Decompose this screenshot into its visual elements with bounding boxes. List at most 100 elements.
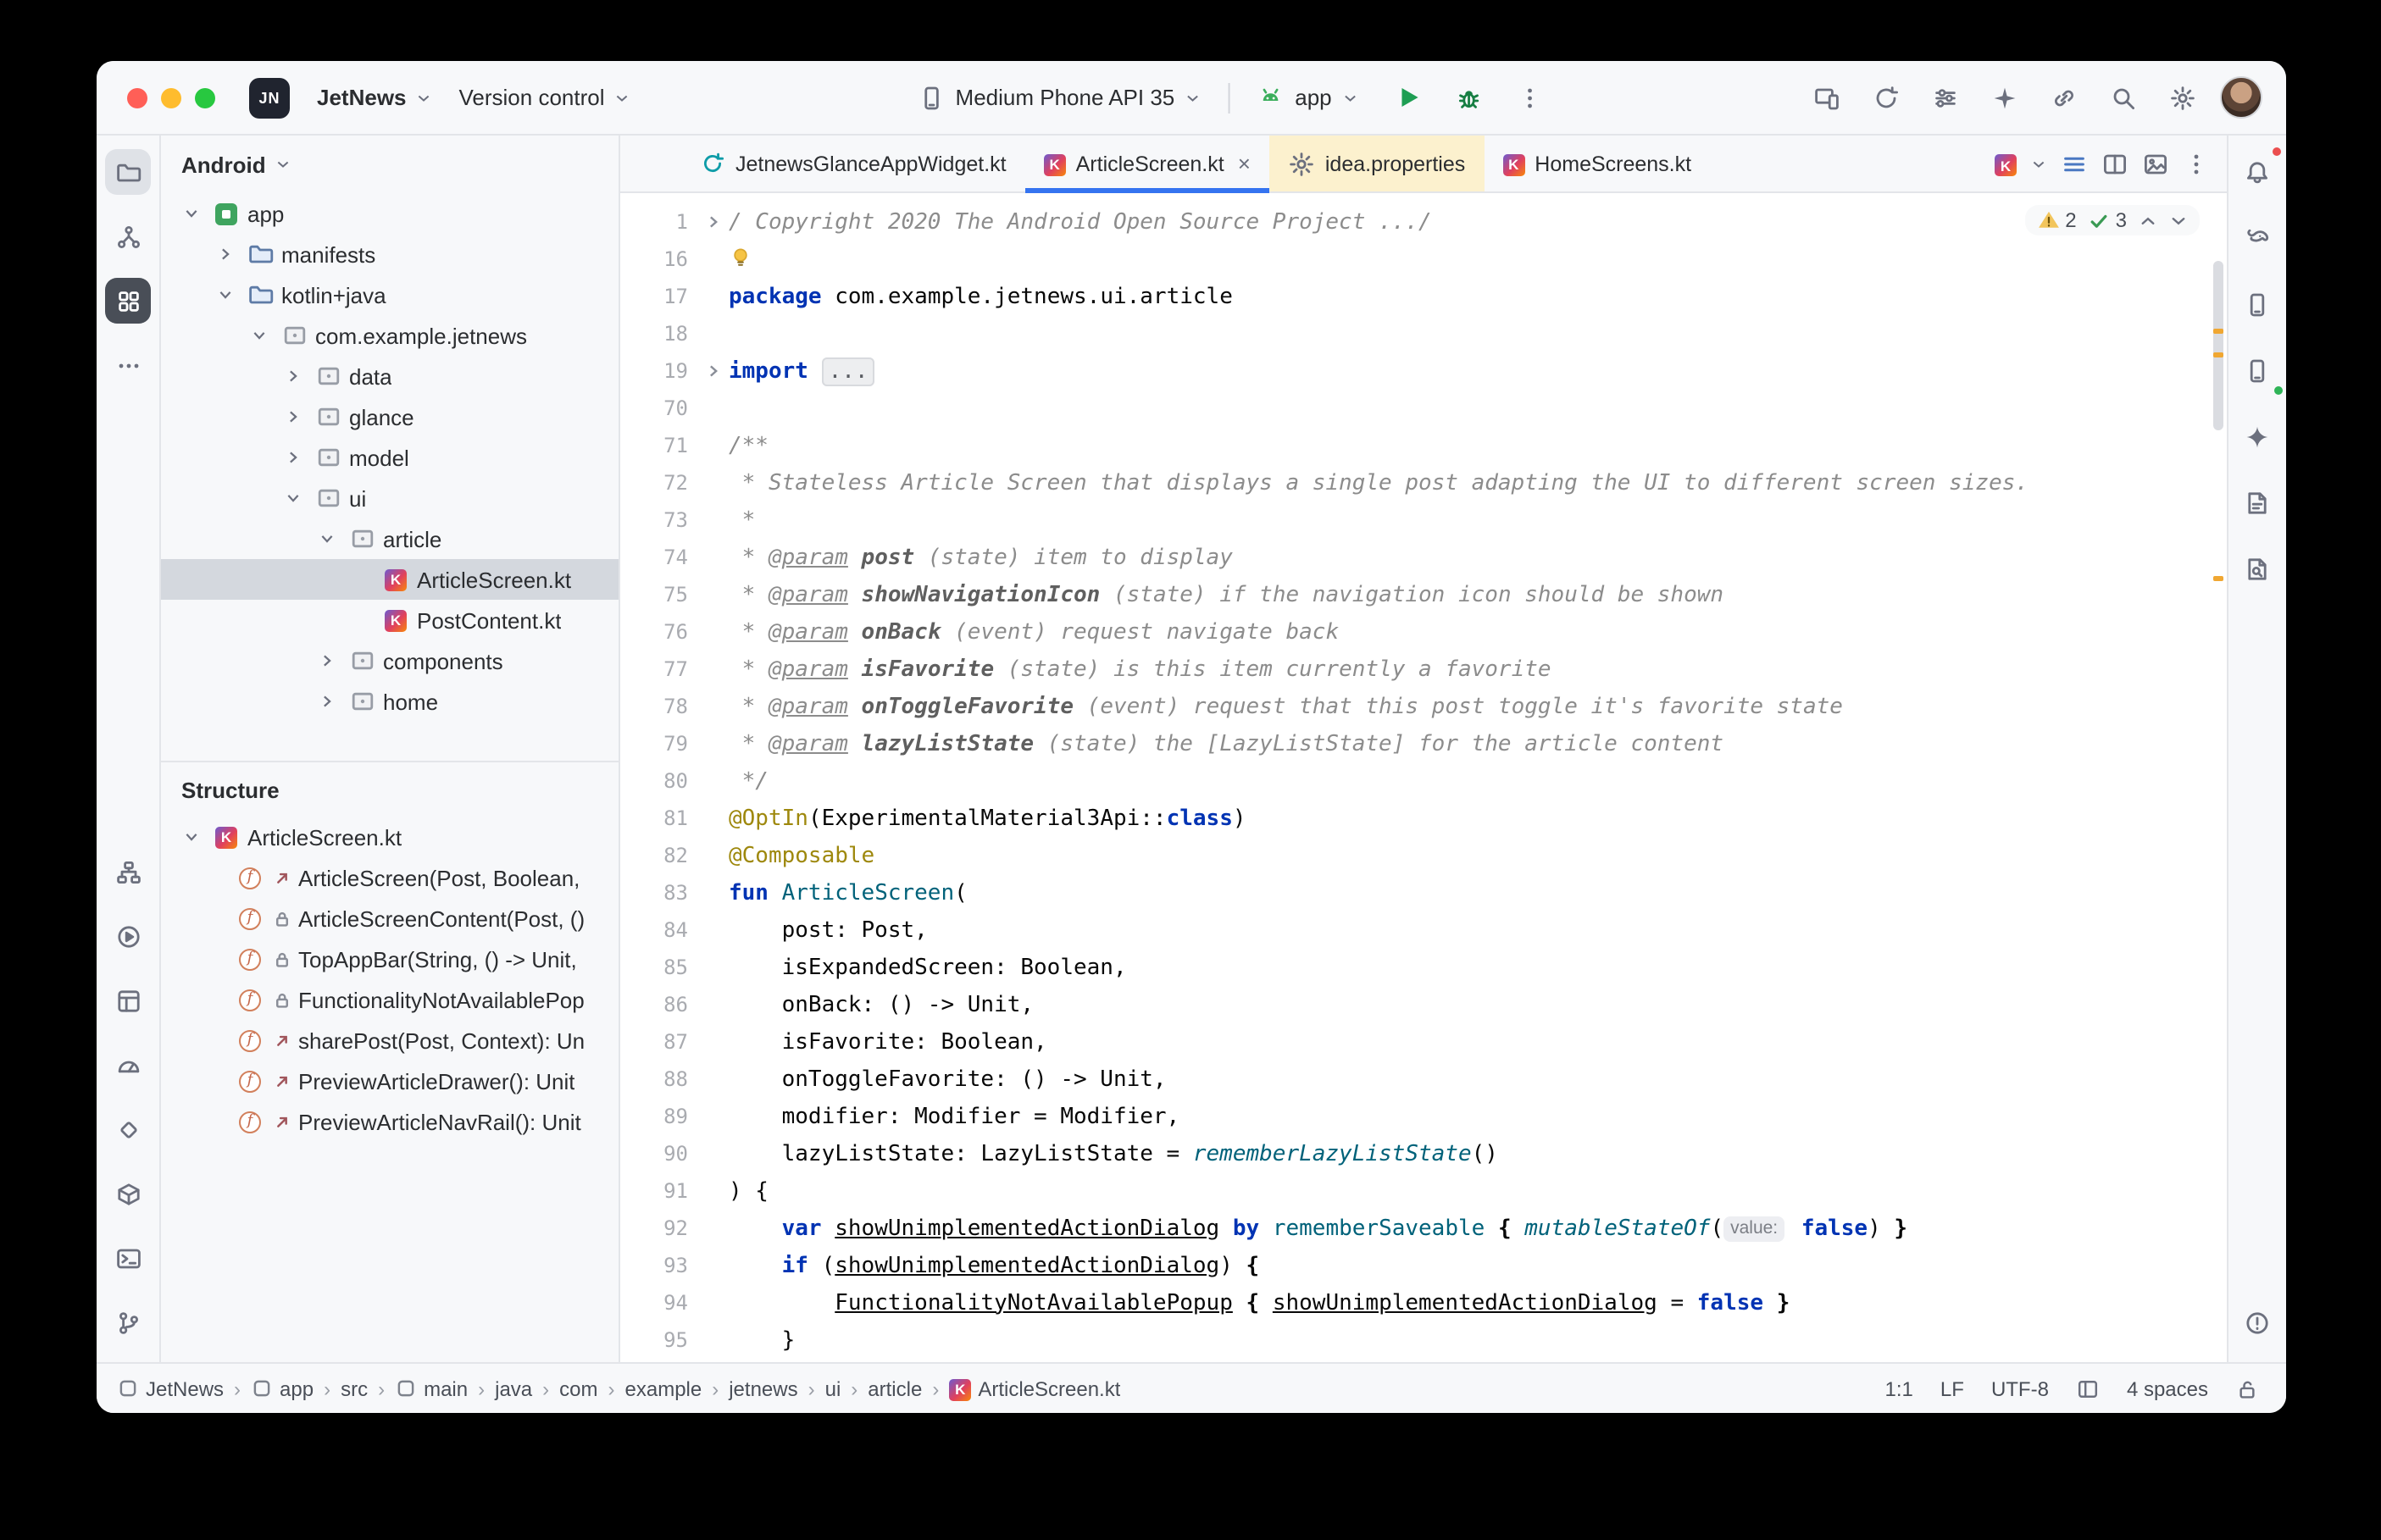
device-mirroring-icon[interactable] xyxy=(1805,75,1849,119)
editor-layout-icon[interactable] xyxy=(2076,1377,2100,1400)
line-number[interactable]: 88 xyxy=(620,1067,698,1091)
tab-jetnewsglanceappwidget-kt[interactable]: JetnewsGlanceAppWidget.kt xyxy=(681,136,1025,191)
line-number[interactable]: 90 xyxy=(620,1142,698,1166)
editor-scrollbar[interactable] xyxy=(2210,193,2227,1362)
breadcrumb-com[interactable]: com xyxy=(559,1377,597,1400)
tab-idea-properties[interactable]: idea.properties xyxy=(1269,136,1484,191)
tree-item-postcontent-kt[interactable]: KPostContent.kt xyxy=(161,600,619,640)
scrollbar-warning-mark[interactable] xyxy=(2213,329,2223,334)
next-problem-icon[interactable] xyxy=(2169,211,2188,230)
chevron-open-icon[interactable] xyxy=(280,490,307,507)
minimize-window-button[interactable] xyxy=(161,87,181,108)
code-line-1[interactable]: 1/ Copyright 2020 The Android Open Sourc… xyxy=(620,203,2227,241)
line-number[interactable]: 83 xyxy=(620,881,698,905)
code-line-80[interactable]: 80 */ xyxy=(620,762,2227,800)
tree-item-manifests[interactable]: manifests xyxy=(161,234,619,274)
code-line-71[interactable]: 71/** xyxy=(620,427,2227,464)
warnings-counter[interactable]: 2 xyxy=(2036,208,2076,232)
breadcrumb-example[interactable]: example xyxy=(625,1377,702,1400)
running-devices-icon[interactable] xyxy=(2234,347,2280,393)
scrollbar-thumb[interactable] xyxy=(2213,261,2223,430)
line-number[interactable]: 72 xyxy=(620,471,698,495)
problems-icon[interactable] xyxy=(2234,1299,2280,1345)
notifications-bell-icon[interactable] xyxy=(2234,149,2280,195)
code-line-16[interactable]: 16 xyxy=(620,241,2227,278)
tree-item-app[interactable]: app xyxy=(161,193,619,234)
layout-tool-icon[interactable] xyxy=(105,978,151,1023)
code-editor[interactable]: 2 3 1/ Copyright 2020 The Android Open S… xyxy=(620,193,2227,1362)
line-number[interactable]: 93 xyxy=(620,1254,698,1277)
breadcrumb-main[interactable]: main xyxy=(395,1377,468,1400)
code-line-93[interactable]: 93 if (showUnimplementedActionDialog) { xyxy=(620,1247,2227,1284)
chevron-open-icon[interactable] xyxy=(212,286,239,303)
resource-grid-icon[interactable] xyxy=(105,278,151,324)
more-actions-button[interactable] xyxy=(1508,75,1552,119)
chevron-open-icon[interactable] xyxy=(178,205,205,222)
scrollbar-warning-mark[interactable] xyxy=(2213,576,2223,581)
code-line-87[interactable]: 87 isFavorite: Boolean, xyxy=(620,1023,2227,1061)
code-line-88[interactable]: 88 onToggleFavorite: () -> Unit, xyxy=(620,1061,2227,1098)
profiler-icon[interactable] xyxy=(105,1042,151,1088)
code-line-75[interactable]: 75 * @param showNavigationIcon (state) i… xyxy=(620,576,2227,613)
tab-list-icon[interactable] xyxy=(2061,150,2088,177)
tree-item-kotlin-java[interactable]: kotlin+java xyxy=(161,274,619,315)
unlock-icon[interactable] xyxy=(2235,1377,2259,1400)
tree-item-components[interactable]: components xyxy=(161,640,619,681)
run-tool-icon[interactable] xyxy=(105,913,151,959)
breadcrumb-app[interactable]: app xyxy=(251,1377,314,1400)
maximize-window-button[interactable] xyxy=(195,87,215,108)
line-number[interactable]: 73 xyxy=(620,508,698,532)
line-number[interactable]: 87 xyxy=(620,1030,698,1054)
tree-item-ui[interactable]: ui xyxy=(161,478,619,518)
code-line-95[interactable]: 95 } xyxy=(620,1321,2227,1359)
line-number[interactable]: 16 xyxy=(620,247,698,271)
close-window-button[interactable] xyxy=(127,87,147,108)
line-number[interactable]: 86 xyxy=(620,993,698,1017)
line-number[interactable]: 95 xyxy=(620,1328,698,1352)
code-line-19[interactable]: 19import ... xyxy=(620,352,2227,390)
line-number[interactable]: 89 xyxy=(620,1105,698,1128)
line-number[interactable]: 94 xyxy=(620,1291,698,1315)
run-button[interactable] xyxy=(1386,75,1430,119)
gradle-icon[interactable] xyxy=(2234,215,2280,261)
close-tab-icon[interactable]: × xyxy=(1238,152,1251,174)
tree-item-glance[interactable]: glance xyxy=(161,396,619,437)
settings-sliders-icon[interactable] xyxy=(1923,75,1968,119)
structure-item-sharepost-post-context-un[interactable]: fsharePost(Post, Context): Un xyxy=(161,1020,619,1061)
structure-item-topappbar-string-unit[interactable]: fTopAppBar(String, () -> Unit, xyxy=(161,939,619,979)
line-number[interactable]: 84 xyxy=(620,918,698,942)
device-selector[interactable]: Medium Phone API 35 xyxy=(908,77,1213,118)
line-number[interactable]: 92 xyxy=(620,1216,698,1240)
line-number[interactable]: 18 xyxy=(620,322,698,346)
chevron-closed-icon[interactable] xyxy=(280,449,307,466)
line-number[interactable]: 77 xyxy=(620,657,698,681)
run-configuration-selector[interactable]: app xyxy=(1247,77,1368,118)
chevron-closed-icon[interactable] xyxy=(280,408,307,425)
chevron-closed-icon[interactable] xyxy=(314,693,341,710)
breadcrumb-jetnews[interactable]: JetNews xyxy=(117,1377,224,1400)
code-line-79[interactable]: 79 * @param lazyListState (state) the [L… xyxy=(620,725,2227,762)
code-line-17[interactable]: 17package com.example.jetnews.ui.article xyxy=(620,278,2227,315)
line-number[interactable]: 75 xyxy=(620,583,698,607)
sync-icon[interactable] xyxy=(1864,75,1908,119)
code-line-77[interactable]: 77 * @param isFavorite (state) is this i… xyxy=(620,651,2227,688)
code-line-73[interactable]: 73 * xyxy=(620,501,2227,539)
status-utf-8[interactable]: UTF-8 xyxy=(1991,1377,2049,1400)
code-line-18[interactable]: 18 xyxy=(620,315,2227,352)
quality-insights-icon[interactable] xyxy=(105,1106,151,1152)
line-number[interactable]: 85 xyxy=(620,956,698,979)
device-manager-icon[interactable] xyxy=(2234,281,2280,327)
code-line-72[interactable]: 72 * Stateless Article Screen that displ… xyxy=(620,464,2227,501)
edit-doc-icon[interactable] xyxy=(2234,479,2280,525)
intention-bulb-icon[interactable] xyxy=(729,246,754,269)
chevron-closed-icon[interactable] xyxy=(280,368,307,385)
structure-item-articlescreen-post-boolean[interactable]: fArticleScreen(Post, Boolean, xyxy=(161,857,619,898)
tree-item-com-example-jetnews[interactable]: com.example.jetnews xyxy=(161,315,619,356)
link-icon[interactable] xyxy=(2042,75,2086,119)
structure-root-articlescreen-kt[interactable]: KArticleScreen.kt xyxy=(161,817,619,857)
code-line-83[interactable]: 83fun ArticleScreen( xyxy=(620,874,2227,911)
hidden-tabs-chevron-icon[interactable] xyxy=(2030,155,2047,172)
status-lf[interactable]: LF xyxy=(1940,1377,1964,1400)
code-line-92[interactable]: 92 var showUnimplementedActionDialog by … xyxy=(620,1210,2227,1247)
tree-item-model[interactable]: model xyxy=(161,437,619,478)
